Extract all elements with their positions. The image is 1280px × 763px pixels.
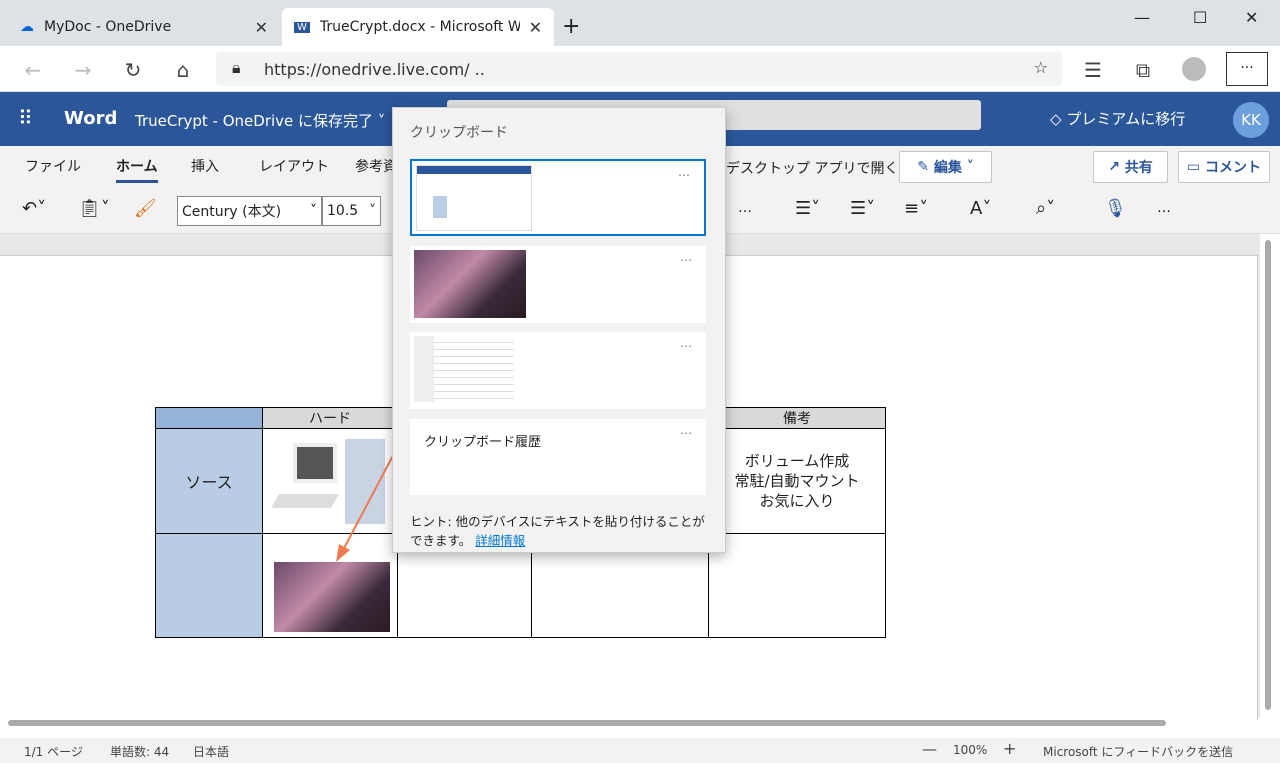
word-icon: W [294,21,310,33]
item-more-button[interactable]: … [680,250,692,264]
page-count: 1/1 ページ [24,745,83,759]
horizontal-scrollbar[interactable] [8,720,1166,726]
home-icon[interactable]: ⌂ [168,58,198,82]
collections-icon[interactable]: ⧉ [1128,58,1158,82]
notes-cell: ボリューム作成 常駐/自動マウント お気に入り [708,428,886,534]
share-button[interactable]: ↗ 共有 [1093,151,1168,183]
close-tab-icon[interactable]: ✕ [529,18,542,37]
back-icon[interactable]: ← [18,58,48,82]
dictate-icon[interactable]: 🎙︎ [1104,198,1127,219]
more-options-button[interactable]: … [1157,200,1171,216]
more-button[interactable]: … [738,200,752,216]
minimize-button[interactable]: — [1134,8,1150,27]
clipboard-item[interactable]: … [410,159,706,236]
tab-insert[interactable]: 挿入 [191,156,219,176]
item-more-button[interactable]: … [678,165,690,179]
tab-layout[interactable]: レイアウト [259,156,329,176]
font-size-select[interactable]: 10.5 ˅ [322,196,381,226]
word-count: 単語数: 44 [110,745,170,759]
tab-file[interactable]: ファイル [25,156,81,176]
align-icon[interactable]: ≡˅ [904,198,928,219]
find-icon[interactable]: ⌕˅ [1036,198,1055,219]
doc-title[interactable]: TrueCrypt - OneDrive に保存完了 ˅ [135,110,385,131]
maximize-button[interactable]: ☐ [1193,8,1207,27]
url-input[interactable]: 🔒︎ https://onedrive.live.com/ .. ☆ [216,52,1062,86]
share-icon: ↗ [1108,159,1120,175]
zoom-out-button[interactable]: — [922,740,937,758]
refresh-icon[interactable]: ↻ [118,58,148,82]
tab-truecrypt[interactable]: W TrueCrypt.docx - Microsoft Word✕ [282,8,554,46]
tab-mydoc[interactable]: ☁ MyDoc - OneDrive ✕ [8,8,280,46]
close-window-button[interactable]: ✕ [1245,8,1258,27]
undo-icon[interactable]: ↶˅ [22,198,46,219]
diamond-icon: ◇ [1050,110,1062,128]
header-cell-notes: 備考 [708,407,886,429]
paste-icon[interactable]: 📋︎˅ [78,198,110,219]
close-tab-icon[interactable]: ✕ [255,18,268,37]
lock-icon: 🔒︎ [232,58,241,77]
row-label-source: ソース [155,428,263,534]
bullets-icon[interactable]: ☰˅ [795,198,820,219]
format-painter-icon[interactable]: 🖌︎ [134,198,157,219]
status-bar: 1/1 ページ 単語数: 44 日本語 — 100% + Microsoft に… [0,738,1280,763]
avatar[interactable]: KK [1233,102,1269,138]
comment-icon: ▭ [1186,159,1201,175]
zoom-in-button[interactable]: + [1003,739,1016,758]
clipboard-hint: ヒント: 他のデバイスにテキストを貼り付けることができます。 詳細情報 [410,514,705,548]
favorites-icon[interactable]: ☰ [1078,58,1108,82]
open-desktop-button[interactable]: デスクトップ アプリで開く [726,158,898,178]
feedback-link[interactable]: Microsoft にフィードバックを送信 [1043,743,1233,760]
edit-button[interactable]: ✎ 編集 ˅ [899,151,992,183]
font-select[interactable]: Century (本文) ˅ [177,196,322,226]
settings-more-button[interactable]: ··· [1226,52,1268,86]
vertical-scrollbar[interactable] [1265,240,1271,710]
clipboard-item[interactable]: … [410,246,706,323]
tab-home[interactable]: ホーム [116,156,158,183]
clipboard-item[interactable]: … [410,332,706,409]
app-name[interactable]: Word [64,108,117,129]
learn-more-link[interactable]: 詳細情報 [475,533,525,548]
language[interactable]: 日本語 [193,743,229,760]
favorite-star-icon[interactable]: ☆ [1034,58,1048,77]
clipboard-title: クリップボード [410,125,508,141]
clipboard-panel: クリップボード … … … クリップボード履歴… ヒント: 他のデバイスにテキス… [392,107,726,553]
forward-icon[interactable]: → [68,58,98,82]
premium-link[interactable]: ◇ プレミアムに移行 [1050,108,1185,129]
onedrive-icon: ☁ [20,19,34,35]
comment-button[interactable]: ▭ コメント [1178,151,1270,183]
profile-icon[interactable] [1182,57,1206,81]
zoom-level[interactable]: 100% [953,743,987,757]
styles-icon[interactable]: A˅ [970,198,991,219]
pencil-icon: ✎ [917,159,929,175]
item-more-button[interactable]: … [680,336,692,350]
header-cell [155,407,263,429]
clipboard-item-text[interactable]: クリップボード履歴… [410,419,706,495]
new-tab-button[interactable]: + [562,14,580,39]
tab-references[interactable]: 参考資 [355,156,397,176]
browser-tab-bar: ☁ MyDoc - OneDrive ✕ W TrueCrypt.docx - M… [0,0,1280,46]
numbering-icon[interactable]: ☰˅ [850,198,875,219]
item-more-button[interactable]: … [680,423,692,437]
app-launcher-icon[interactable]: ⠿ [18,106,33,130]
